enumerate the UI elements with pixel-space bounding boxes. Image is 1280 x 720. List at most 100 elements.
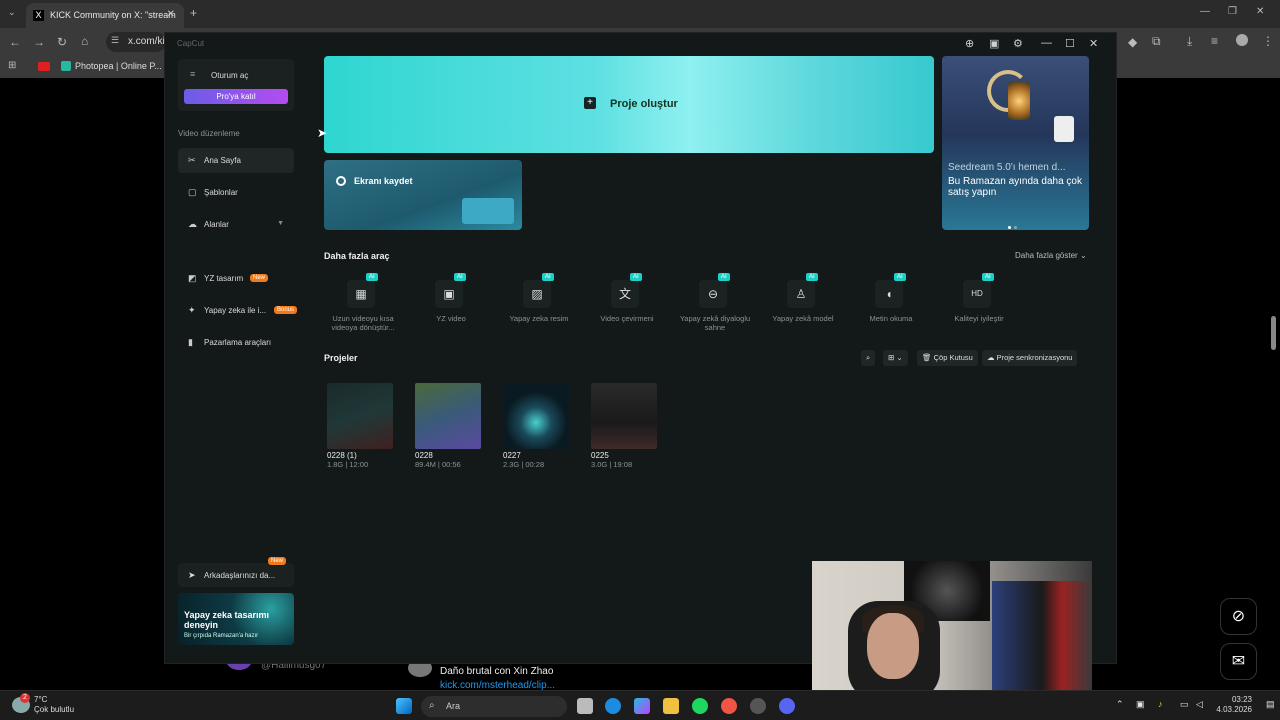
- tool-label: Yapay zekâ diyaloglu sahne: [679, 314, 751, 332]
- show-more-link[interactable]: Daha fazla göster ⌄: [1015, 251, 1087, 260]
- chevron-down-icon: ▼: [277, 220, 284, 227]
- discord-icon[interactable]: [779, 698, 795, 714]
- sidebar-item-label: Ana Sayfa: [204, 156, 241, 165]
- marketing-icon: ▮: [188, 337, 193, 347]
- apps-icon[interactable]: ⊞: [8, 60, 16, 71]
- design-icon: ◩: [188, 273, 197, 283]
- download-icon[interactable]: ⤓: [1187, 34, 1192, 49]
- new-tab-icon[interactable]: +: [190, 6, 197, 20]
- profile-avatar[interactable]: [1236, 34, 1248, 46]
- tab-kick-community[interactable]: X KICK Community on X: "stream ✕: [26, 3, 184, 28]
- forward-icon[interactable]: →: [33, 35, 45, 49]
- back-icon[interactable]: ←: [9, 35, 21, 49]
- scrollbar[interactable]: [1271, 316, 1276, 350]
- film-icon: ▦: [347, 280, 375, 308]
- trash-button[interactable]: 🗑 Çöp Kutusu: [917, 350, 978, 366]
- tool-label: Yapay zekâ model: [772, 314, 834, 323]
- project-card[interactable]: 0228 89.4M | 00:56: [415, 383, 481, 469]
- tool-text-to-speech[interactable]: ◖ AI Metin okuma: [852, 273, 930, 340]
- project-meta: 1.8G | 12:00: [327, 460, 369, 469]
- close-tab-icon[interactable]: ✕: [167, 9, 175, 20]
- magic-wand-icon: ✦: [188, 305, 196, 315]
- project-card[interactable]: 0225 3.0G | 19:08: [591, 383, 657, 469]
- project-card[interactable]: 0228 (1) 1.8G | 12:00: [327, 383, 393, 469]
- bookmark-photopea[interactable]: Photopea | Online P...: [75, 61, 162, 71]
- weather-widget[interactable]: 7°C Çok bulutlu: [34, 695, 74, 715]
- messages-icon[interactable]: ✉: [1220, 643, 1257, 680]
- sidebar-item-marketing[interactable]: ▮ Pazarlama araçları: [178, 330, 294, 355]
- tool-enhance-quality[interactable]: HD AI Kaliteyi iyileştir: [940, 273, 1018, 340]
- capcut-titlebar: CapCut ⊕ ▣ ⚙ — ☐ ✕: [165, 33, 1116, 55]
- home-icon[interactable]: ⌂: [81, 34, 88, 48]
- ai-design-promo[interactable]: Yapay zeka tasarımı deneyin Bir çırpıda …: [178, 593, 294, 645]
- settings-icon[interactable]: ⚙: [1013, 37, 1023, 50]
- banner-text: Bu Ramazan ayında daha çok satış yapın: [948, 176, 1082, 198]
- close-window-icon[interactable]: ✕: [1256, 6, 1264, 17]
- extension-icon[interactable]: ◆: [1128, 35, 1137, 49]
- volume-icon[interactable]: ◁: [1196, 699, 1203, 710]
- network-icon[interactable]: ▭: [1180, 699, 1189, 710]
- grok-icon[interactable]: ⊘: [1220, 598, 1257, 635]
- project-card[interactable]: 0227 2.3G | 00:28: [503, 383, 569, 469]
- feedback-icon[interactable]: ▣: [989, 37, 999, 50]
- tab-list-icon[interactable]: ⌄: [8, 7, 16, 18]
- task-view-icon[interactable]: [577, 698, 593, 714]
- youtube-icon[interactable]: [38, 62, 50, 71]
- reading-list-icon[interactable]: ≡: [1211, 34, 1218, 48]
- notifications-icon[interactable]: ▤: [1266, 699, 1275, 710]
- join-pro-button[interactable]: Pro'ya katıl: [184, 89, 288, 104]
- spotify-icon[interactable]: [692, 698, 708, 714]
- upload-icon[interactable]: ⊕: [965, 37, 974, 50]
- taskbar-search[interactable]: ⌕ Ara: [421, 696, 567, 717]
- app-icon[interactable]: [750, 698, 766, 714]
- close-icon[interactable]: ✕: [1089, 37, 1098, 50]
- invite-friends-button[interactable]: ➤ Arkadaşlarınızı da... New: [178, 557, 294, 587]
- edge-icon[interactable]: [605, 698, 621, 714]
- sidebar-item-ai-edit[interactable]: ✦ Yapay zeka ile i... Bonus: [178, 298, 298, 323]
- sidebar-item-label: YZ tasarım: [204, 274, 244, 283]
- chevron-up-icon[interactable]: ⌃: [1116, 699, 1124, 710]
- view-toggle-icon[interactable]: ⊞ ⌄: [883, 350, 908, 366]
- reload-icon[interactable]: ↻: [57, 35, 67, 49]
- new-badge: New: [250, 274, 269, 282]
- tool-ai-video[interactable]: ▣ AI YZ video: [412, 273, 490, 340]
- puzzle-icon[interactable]: ⧉: [1152, 34, 1161, 49]
- sidebar-item-home[interactable]: ✂ Ana Sayfa: [178, 148, 294, 173]
- x-logo-icon: X: [33, 10, 44, 21]
- invite-label: Arkadaşlarınızı da...: [204, 571, 276, 580]
- project-thumbnail: [503, 383, 569, 449]
- menu-icon[interactable]: ≡: [190, 69, 195, 79]
- windows-start-icon[interactable]: [396, 698, 412, 714]
- address-bar[interactable]: ☰ x.com/ki: [106, 32, 166, 52]
- menu-icon[interactable]: ⋮: [1262, 34, 1274, 48]
- capcut-logo: CapCut: [177, 39, 205, 48]
- screen-record-button[interactable]: Ekranı kaydet: [324, 160, 522, 230]
- create-project-button[interactable]: + Proje oluştur: [324, 56, 934, 153]
- carousel-dots[interactable]: [1008, 216, 1020, 230]
- tray-icon[interactable]: ▣: [1136, 699, 1145, 710]
- login-link[interactable]: Oturum aç: [211, 71, 248, 80]
- search-icon[interactable]: ⌕: [861, 350, 876, 366]
- chrome-icon[interactable]: [721, 698, 737, 714]
- clock[interactable]: 03:23 4.03.2026: [1210, 695, 1252, 715]
- sidebar-item-spaces[interactable]: ☁ Alanlar ▼: [178, 212, 294, 237]
- site-info-icon[interactable]: ☰: [111, 35, 119, 46]
- minimize-icon[interactable]: —: [1041, 37, 1052, 49]
- copilot-icon[interactable]: [634, 698, 650, 714]
- minimize-icon[interactable]: —: [1200, 6, 1210, 17]
- maximize-icon[interactable]: ❐: [1228, 6, 1237, 17]
- tool-ai-dialogue-scene[interactable]: ⊖ AI Yapay zekâ diyaloglu sahne: [676, 273, 754, 340]
- sidebar-item-templates[interactable]: ▢ Şablonlar: [178, 180, 294, 205]
- image-icon: ▨: [523, 280, 551, 308]
- tool-ai-image[interactable]: ▨ AI Yapay zeka resim: [500, 273, 578, 340]
- project-meta: 2.3G | 00:28: [503, 460, 545, 469]
- tool-ai-model[interactable]: ♙ AI Yapay zekâ model: [764, 273, 842, 340]
- tool-long-to-short[interactable]: ▦ AI Uzun videoyu kısa videoya dönüştür..…: [324, 273, 402, 340]
- promo-banner[interactable]: Seedream 5.0'ı hemen d... Bu Ramazan ayı…: [942, 56, 1089, 230]
- file-explorer-icon[interactable]: [663, 698, 679, 714]
- sidebar-item-ai-design[interactable]: ◩ YZ tasarım New: [178, 266, 294, 291]
- project-sync-button[interactable]: ☁ Proje senkronizasyonu: [982, 350, 1078, 366]
- microphone-icon[interactable]: ♪: [1158, 699, 1163, 709]
- maximize-icon[interactable]: ☐: [1065, 37, 1075, 50]
- tool-video-translator[interactable]: 文 AI Video çevirmeni: [588, 273, 666, 340]
